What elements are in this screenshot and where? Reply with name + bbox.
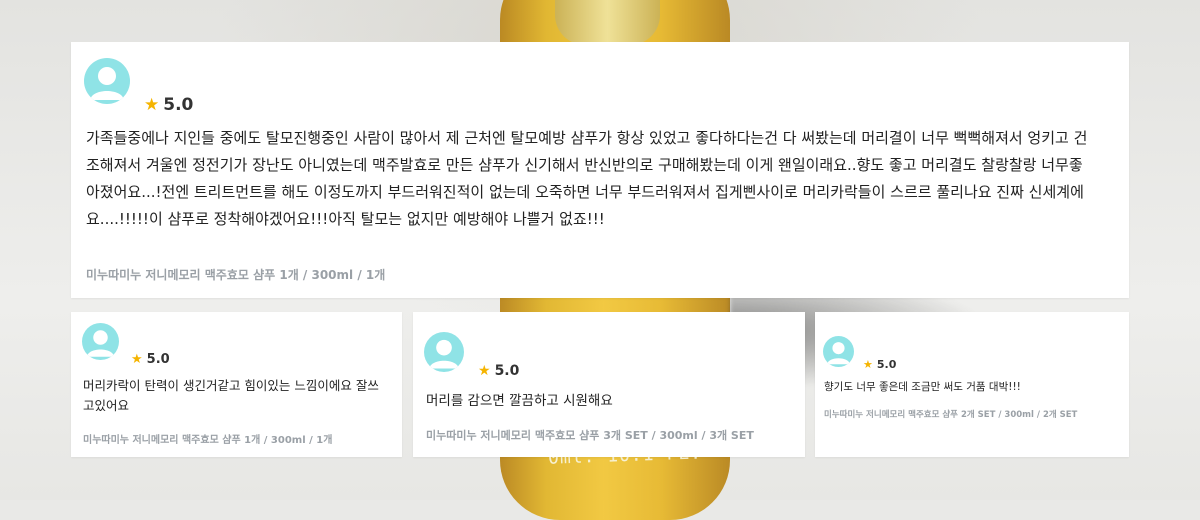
review-card: ★ 5.0 향기도 너무 좋은데 조금만 써도 거품 대박!!! 미누따미누 저… [815,312,1129,457]
review-card: ★ 5.0 머리를 감으면 깔끔하고 시원해요 미누따미누 저니메모리 맥주효모… [413,312,805,457]
review-text: 머리를 감으면 깔끔하고 시원해요 [426,393,613,409]
product-option: 미누따미누 저니메모리 맥주효모 샴푸 1개 / 300ml / 1개 [83,435,333,446]
star-icon: ★ [144,95,160,115]
rating-value: 5.0 [494,363,520,379]
review-card: ★ 5.0 가족들중에나 지인들 중에도 탈모진행중인 사람이 많아서 제 근처… [71,42,1129,298]
product-option: 미누따미누 저니메모리 맥주효모 샴푸 3개 SET / 300ml / 3개 … [426,429,754,442]
rating: ★ 5.0 [478,363,519,379]
avatar-icon [424,332,464,372]
review-text: 가족들중에나 지인들 중에도 탈모진행중인 사람이 많아서 제 근처엔 탈모예방… [86,129,1088,228]
rating-value: 5.0 [163,95,194,115]
product-option: 미누따미누 저니메모리 맥주효모 샴푸 2개 SET / 300ml / 2개 … [824,410,1078,420]
star-icon: ★ [478,363,491,379]
avatar-icon [84,58,130,104]
avatar-icon [82,323,119,360]
star-icon: ★ [863,358,873,371]
rating-value: 5.0 [876,358,897,371]
review-text: 머리카락이 탄력이 생긴거같고 힘이있는 느낌이에요 잘쓰고있어요 [83,378,379,413]
rating: ★ 5.0 [131,352,170,367]
bottle-cap-image [555,0,660,45]
star-icon: ★ [131,352,143,367]
rating-value: 5.0 [146,352,170,367]
review-text: 향기도 너무 좋은데 조금만 써도 거품 대박!!! [824,381,1021,393]
rating: ★ 5.0 [863,358,896,371]
product-option: 미누따미누 저니메모리 맥주효모 샴푸 1개 / 300ml / 1개 [86,268,386,282]
review-card: ★ 5.0 머리카락이 탄력이 생긴거같고 힘이있는 느낌이에요 잘쓰고있어요 … [71,312,402,457]
avatar-icon [823,336,854,367]
rating: ★ 5.0 [144,95,193,115]
